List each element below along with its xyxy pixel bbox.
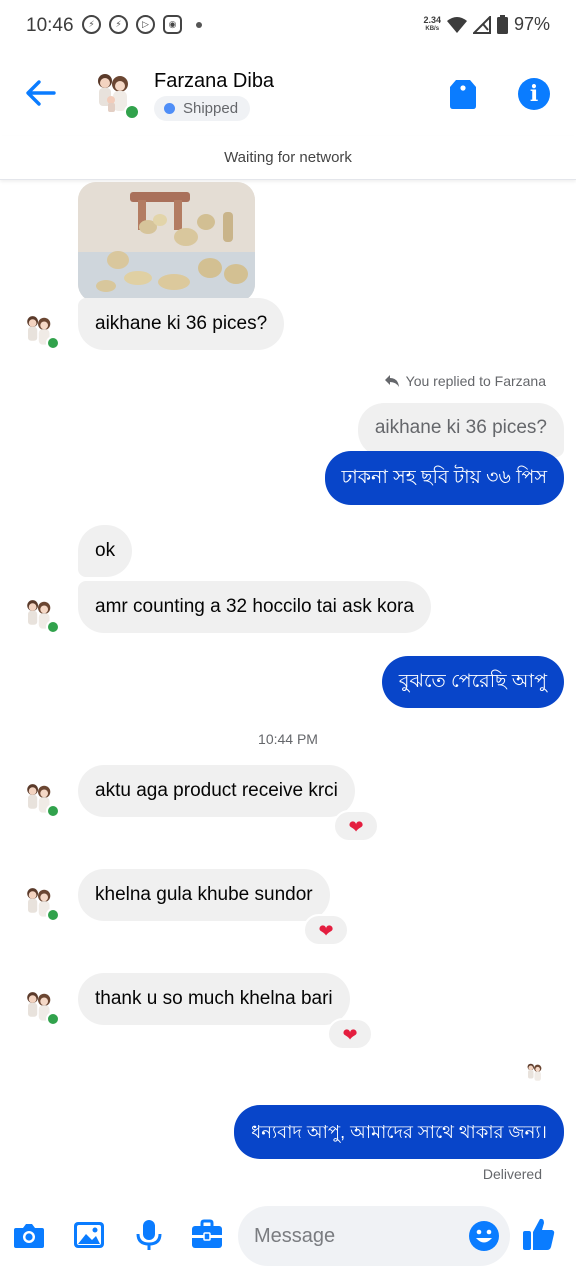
quoted-message[interactable]: aikhane ki 36 pices? bbox=[357, 403, 564, 457]
emoji-icon[interactable] bbox=[468, 1220, 500, 1252]
sender-avatar[interactable] bbox=[18, 778, 60, 818]
contact-name[interactable]: Farzana Diba bbox=[154, 70, 274, 93]
incoming-message[interactable]: thank u so much khelna bari bbox=[78, 973, 350, 1025]
incoming-message[interactable]: aktu aga product receive krci bbox=[78, 765, 355, 817]
back-arrow-icon[interactable] bbox=[24, 78, 58, 108]
gallery-icon[interactable] bbox=[72, 1218, 106, 1252]
more-notifications-icon bbox=[196, 21, 202, 28]
sender-avatar[interactable] bbox=[18, 986, 60, 1026]
online-status-dot bbox=[46, 1012, 60, 1026]
incoming-message[interactable]: aikhane ki 36 pices? bbox=[78, 298, 285, 350]
reply-arrow-icon bbox=[384, 375, 399, 387]
messenger-notification-icon: ⚡ bbox=[82, 15, 101, 34]
wifi-icon bbox=[446, 16, 467, 33]
outgoing-message[interactable]: ঢাকনা সহ ছবি টায় ৩৬ পিস bbox=[324, 451, 564, 505]
shared-photo[interactable] bbox=[78, 182, 255, 302]
signal-icon bbox=[472, 15, 491, 34]
notification-icons: ⚡ ⚡ ▷ ◉ bbox=[82, 15, 202, 34]
label-color-dot bbox=[164, 103, 175, 114]
thumbs-up-icon[interactable] bbox=[522, 1216, 556, 1252]
online-status-dot bbox=[46, 908, 60, 922]
sender-avatar[interactable] bbox=[18, 882, 60, 922]
incoming-message[interactable]: ok bbox=[78, 525, 133, 577]
contact-avatar[interactable] bbox=[86, 66, 140, 120]
outgoing-message[interactable]: বুঝতে পেরেছি আপু bbox=[381, 656, 564, 708]
app-notification-icon: ◉ bbox=[163, 15, 182, 34]
play-notification-icon: ▷ bbox=[136, 15, 155, 34]
camera-icon[interactable] bbox=[12, 1218, 46, 1252]
label-chip[interactable]: Shipped bbox=[154, 96, 251, 121]
sender-avatar[interactable] bbox=[18, 310, 60, 350]
system-status: 2.34 KB/s 97% bbox=[423, 14, 550, 35]
status-bar: 10:46 ⚡ ⚡ ▷ ◉ 2.34 KB/s 97% bbox=[0, 0, 576, 52]
couple-illustration-icon bbox=[527, 1063, 542, 1081]
label-text: Shipped bbox=[183, 100, 239, 117]
tag-icon[interactable] bbox=[448, 78, 478, 110]
conversation-header: Farzana Diba Shipped i bbox=[0, 52, 576, 136]
online-status-dot bbox=[46, 620, 60, 634]
microphone-icon[interactable] bbox=[132, 1218, 166, 1252]
incoming-message[interactable]: amr counting a 32 hoccilo tai ask kora bbox=[78, 581, 431, 633]
incoming-message[interactable]: khelna gula khube sundor bbox=[78, 869, 330, 921]
reply-note-text: You replied to Farzana bbox=[405, 373, 546, 389]
network-status-banner: Waiting for network bbox=[0, 136, 576, 180]
online-status-dot bbox=[46, 336, 60, 350]
battery-percent: 97% bbox=[513, 14, 550, 34]
online-status-dot bbox=[46, 804, 60, 818]
timestamp-divider: 10:44 PM bbox=[258, 731, 318, 747]
online-status-dot bbox=[124, 104, 140, 120]
briefcase-icon[interactable] bbox=[190, 1218, 224, 1252]
network-speed: 2.34 KB/s bbox=[423, 14, 441, 32]
reply-context: You replied to Farzana bbox=[384, 373, 546, 389]
status-time: 10:46 bbox=[26, 15, 74, 36]
heart-reaction[interactable]: ❤ bbox=[333, 810, 379, 842]
info-icon[interactable]: i bbox=[518, 78, 550, 110]
heart-reaction[interactable]: ❤ bbox=[303, 914, 349, 946]
delivery-status: Delivered bbox=[482, 1166, 542, 1182]
seen-by-avatar bbox=[522, 1060, 546, 1084]
heart-reaction[interactable]: ❤ bbox=[327, 1018, 373, 1050]
message-composer bbox=[0, 1198, 576, 1280]
outgoing-message[interactable]: ধন্যবাদ আপু, আমাদের সাথে থাকার জন্য। bbox=[234, 1105, 564, 1159]
toy-kitchen-photo bbox=[78, 182, 255, 302]
messenger-notification-icon-2: ⚡ bbox=[109, 15, 128, 34]
sender-avatar[interactable] bbox=[18, 594, 60, 634]
battery-icon bbox=[496, 15, 508, 34]
